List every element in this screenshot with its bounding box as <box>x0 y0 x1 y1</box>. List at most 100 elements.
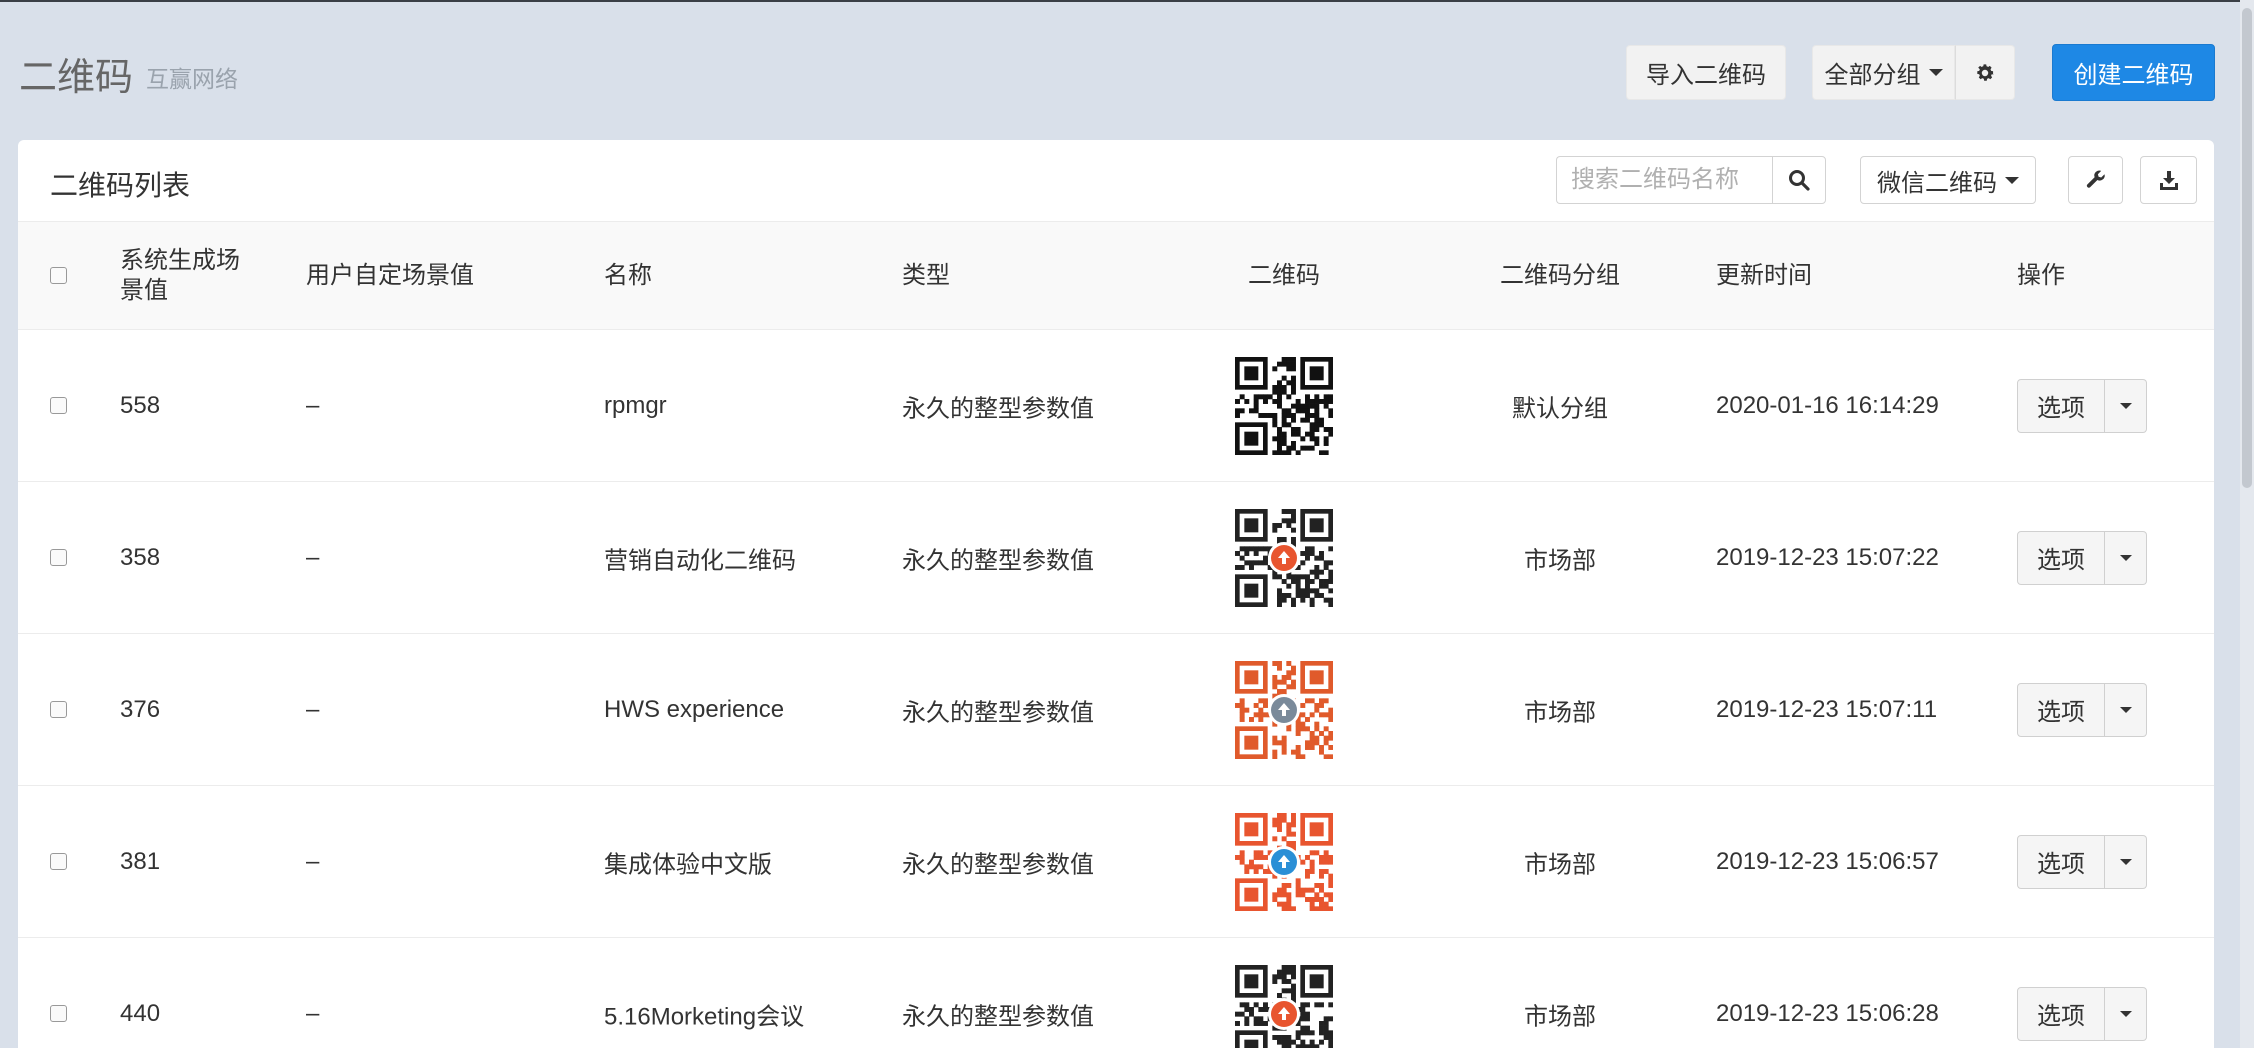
name-cell: 5.16Morketing会议 <box>604 1003 805 1030</box>
select-all-checkbox[interactable] <box>50 267 67 284</box>
type-cell: 永久的整型参数值 <box>902 851 1094 878</box>
sys-scene-cell: 381 <box>120 847 161 875</box>
table-row: 358 – 营销自动化二维码 永久的整型参数值 市场部 2019-12-23 1… <box>18 482 2214 634</box>
options-label: 选项 <box>2037 547 2085 574</box>
row-actions: 选项 <box>2017 682 2147 737</box>
page-scrollbar[interactable] <box>2240 0 2254 1048</box>
qrcode-type-dropdown[interactable]: 微信二维码 <box>1860 156 2036 204</box>
options-button[interactable]: 选项 <box>2017 986 2105 1041</box>
options-dropdown-toggle[interactable] <box>2105 682 2147 737</box>
type-cell: 永久的整型参数值 <box>902 1003 1094 1030</box>
options-button[interactable]: 选项 <box>2017 834 2105 889</box>
options-button[interactable]: 选项 <box>2017 530 2105 585</box>
qrcode-type-label: 微信二维码 <box>1877 169 1997 197</box>
search-input[interactable] <box>1556 156 1772 204</box>
options-button[interactable]: 选项 <box>2017 682 2105 737</box>
create-qrcode-button[interactable]: 创建二维码 <box>2052 44 2215 101</box>
options-dropdown-toggle[interactable] <box>2105 378 2147 433</box>
updated-cell: 2019-12-23 15:07:11 <box>1716 695 1938 723</box>
user-scene-cell: – <box>306 543 320 571</box>
col-actions: 操作 <box>2017 262 2065 289</box>
qrcode-list-panel: 二维码列表 微信二维码 <box>18 140 2214 1048</box>
group-filter-label: 全部分组 <box>1824 62 1921 89</box>
user-scene-cell: – <box>306 999 320 1027</box>
table-row: 558 – rpmgr 永久的整型参数值 默认分组 2020-01-16 16:… <box>18 330 2214 482</box>
table-row: 440 – 5.16Morketing会议 永久的整型参数值 市场部 2019-… <box>18 938 2214 1048</box>
group-settings-button[interactable] <box>1955 45 2015 100</box>
column-settings-button[interactable] <box>2068 156 2123 204</box>
sys-scene-cell: 440 <box>120 999 161 1027</box>
user-scene-cell: – <box>306 847 320 875</box>
col-user-scene: 用户自定场景值 <box>306 262 474 289</box>
qrcode-image[interactable] <box>1235 660 1334 759</box>
updated-cell: 2019-12-23 15:07:22 <box>1716 543 1939 571</box>
updated-cell: 2019-12-23 15:06:57 <box>1716 847 1939 875</box>
page-title: 二维码 <box>19 57 134 99</box>
sys-scene-cell: 358 <box>120 543 161 571</box>
table-header: 系统生成场景值 用户自定场景值 名称 类型 二维码 二维码分组 更新时间 操作 <box>18 222 2214 330</box>
user-scene-cell: – <box>306 391 320 419</box>
table-row: 381 – 集成体验中文版 永久的整型参数值 市场部 2019-12-23 15… <box>18 786 2214 938</box>
group-filter-dropdown[interactable]: 全部分组 <box>1812 45 1955 100</box>
row-actions: 选项 <box>2017 530 2147 585</box>
row-checkbox[interactable] <box>50 853 67 870</box>
search-group <box>1556 156 1826 204</box>
sys-scene-cell: 376 <box>120 695 161 723</box>
qrcode-image[interactable] <box>1235 812 1334 911</box>
chevron-down-icon <box>2119 858 2132 865</box>
options-dropdown-toggle[interactable] <box>2105 986 2147 1041</box>
search-button[interactable] <box>1772 156 1826 204</box>
options-dropdown-toggle[interactable] <box>2105 530 2147 585</box>
group-cell: 默认分组 <box>1512 395 1608 422</box>
page-subtitle: 互赢网络 <box>146 66 238 92</box>
scrollbar-thumb[interactable] <box>2242 8 2252 488</box>
chevron-down-icon <box>2119 1010 2132 1017</box>
group-cell: 市场部 <box>1524 1003 1596 1030</box>
col-sys-scene: 系统生成场景值 <box>120 247 240 304</box>
name-cell: rpmgr <box>604 391 667 419</box>
group-cell: 市场部 <box>1524 547 1596 574</box>
options-label: 选项 <box>2037 1003 2085 1030</box>
row-actions: 选项 <box>2017 834 2147 889</box>
row-checkbox[interactable] <box>50 701 67 718</box>
import-qrcode-label: 导入二维码 <box>1646 62 1766 89</box>
sys-scene-cell: 558 <box>120 391 161 419</box>
row-actions: 选项 <box>2017 986 2147 1041</box>
download-icon <box>2159 171 2178 190</box>
qrcode-image[interactable] <box>1235 964 1334 1048</box>
updated-cell: 2020-01-16 16:14:29 <box>1716 391 1939 419</box>
name-cell: HWS experience <box>604 695 785 723</box>
row-checkbox[interactable] <box>50 397 67 414</box>
chevron-down-icon <box>1928 69 1943 76</box>
group-cell: 市场部 <box>1524 699 1596 726</box>
qrcode-image[interactable] <box>1235 508 1334 607</box>
row-checkbox[interactable] <box>50 1005 67 1022</box>
wrench-icon <box>2086 170 2105 188</box>
search-icon <box>1789 170 1810 191</box>
col-updated: 更新时间 <box>1716 262 1812 289</box>
options-button[interactable]: 选项 <box>2017 378 2105 433</box>
create-qrcode-label: 创建二维码 <box>2073 62 2194 89</box>
chevron-down-icon <box>2119 402 2132 409</box>
type-cell: 永久的整型参数值 <box>902 547 1094 574</box>
options-label: 选项 <box>2037 851 2085 878</box>
panel-title: 二维码列表 <box>50 170 191 201</box>
qrcode-image[interactable] <box>1235 356 1334 455</box>
col-group: 二维码分组 <box>1500 262 1620 289</box>
export-button[interactable] <box>2140 156 2197 204</box>
import-qrcode-button[interactable]: 导入二维码 <box>1626 45 1786 100</box>
row-actions: 选项 <box>2017 378 2147 433</box>
table-row: 376 – HWS experience 永久的整型参数值 市场部 2019-1… <box>18 634 2214 786</box>
page-header: 二维码 互赢网络 导入二维码 全部分组 创建二维码 <box>0 0 2254 140</box>
options-dropdown-toggle[interactable] <box>2105 834 2147 889</box>
chevron-down-icon <box>2119 554 2132 561</box>
col-type: 类型 <box>902 262 950 289</box>
type-cell: 永久的整型参数值 <box>902 699 1094 726</box>
type-cell: 永久的整型参数值 <box>902 395 1094 422</box>
col-name: 名称 <box>604 262 652 289</box>
name-cell: 营销自动化二维码 <box>604 547 796 574</box>
updated-cell: 2019-12-23 15:06:28 <box>1716 999 1939 1027</box>
user-scene-cell: – <box>306 695 320 723</box>
col-qrcode: 二维码 <box>1248 262 1320 289</box>
row-checkbox[interactable] <box>50 549 67 566</box>
